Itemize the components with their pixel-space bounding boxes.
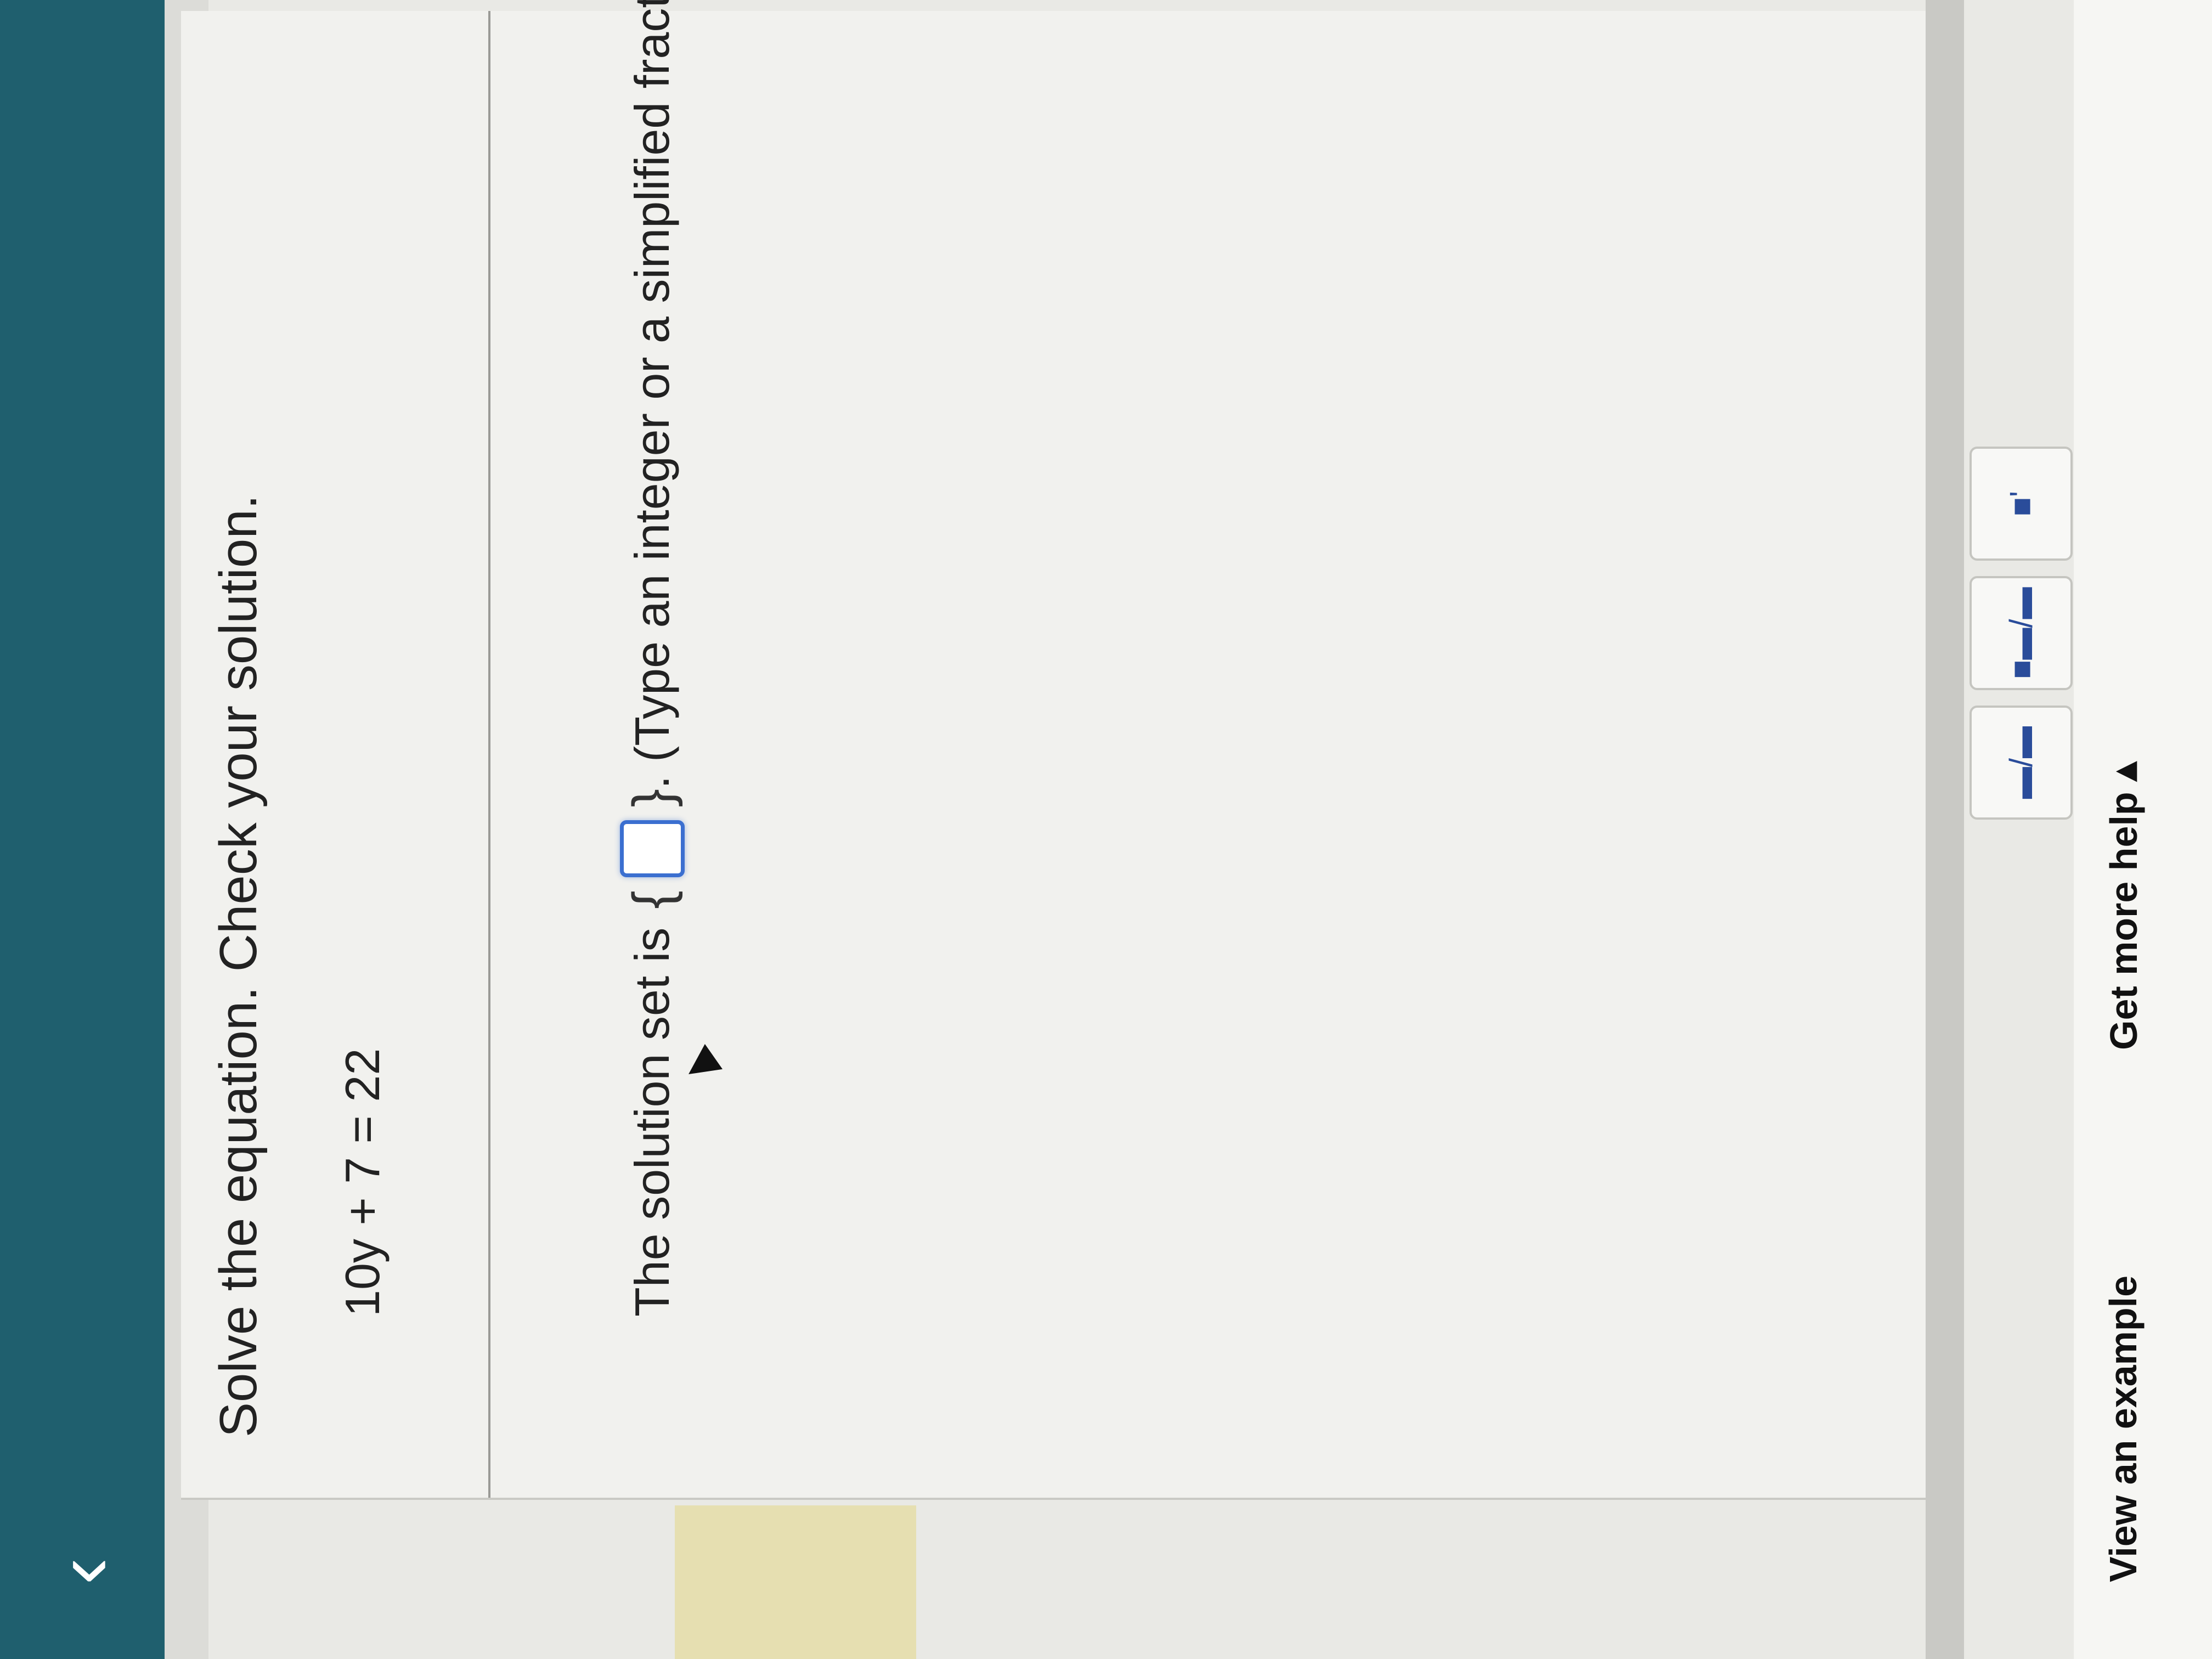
close-brace: }: [621, 788, 683, 808]
top-bar: ‹: [0, 0, 165, 1659]
fraction-icon: ▬/▬: [2003, 726, 2039, 799]
fraction-tool-button[interactable]: ▬/▬: [1970, 706, 2073, 820]
toolbar-strip: [1926, 0, 1964, 1659]
get-more-help-link[interactable]: Get more help ▴: [2101, 762, 2146, 1050]
answer-prefix: The solution set is: [625, 927, 679, 1317]
view-example-link[interactable]: View an example: [2101, 1276, 2145, 1582]
exponent-icon: ■': [2003, 490, 2039, 517]
equation: 10y + 7 = 22: [335, 1048, 390, 1317]
divider: [488, 11, 490, 1498]
back-button[interactable]: ‹: [36, 1527, 128, 1615]
highlight-tab: [675, 1505, 916, 1659]
answer-line: The solution set is { } . (Type an integ…: [620, 0, 685, 1317]
mixed-number-tool-button[interactable]: ■▬/▬: [1970, 576, 2073, 690]
mixed-number-icon: ■▬/▬: [2003, 587, 2039, 679]
question-page: ‹ Solve the equation. Check your solutio…: [0, 0, 2212, 1659]
answer-instruction: . (Type an integer or a simplified fract…: [625, 0, 679, 789]
question-panel: Solve the equation. Check your solution.…: [181, 0, 1926, 1500]
chevron-left-icon: ‹: [36, 1558, 128, 1585]
screen: ‹ Solve the equation. Check your solutio…: [0, 0, 2212, 1659]
mouse-cursor-icon: [680, 1044, 723, 1087]
answer-input[interactable]: [620, 820, 685, 878]
question-prompt: Solve the equation. Check your solution.: [209, 494, 268, 1437]
math-toolbar: ▬/▬ ■▬/▬ ■': [1970, 447, 2073, 820]
exponent-tool-button[interactable]: ■': [1970, 447, 2073, 561]
open-brace: {: [621, 890, 683, 909]
